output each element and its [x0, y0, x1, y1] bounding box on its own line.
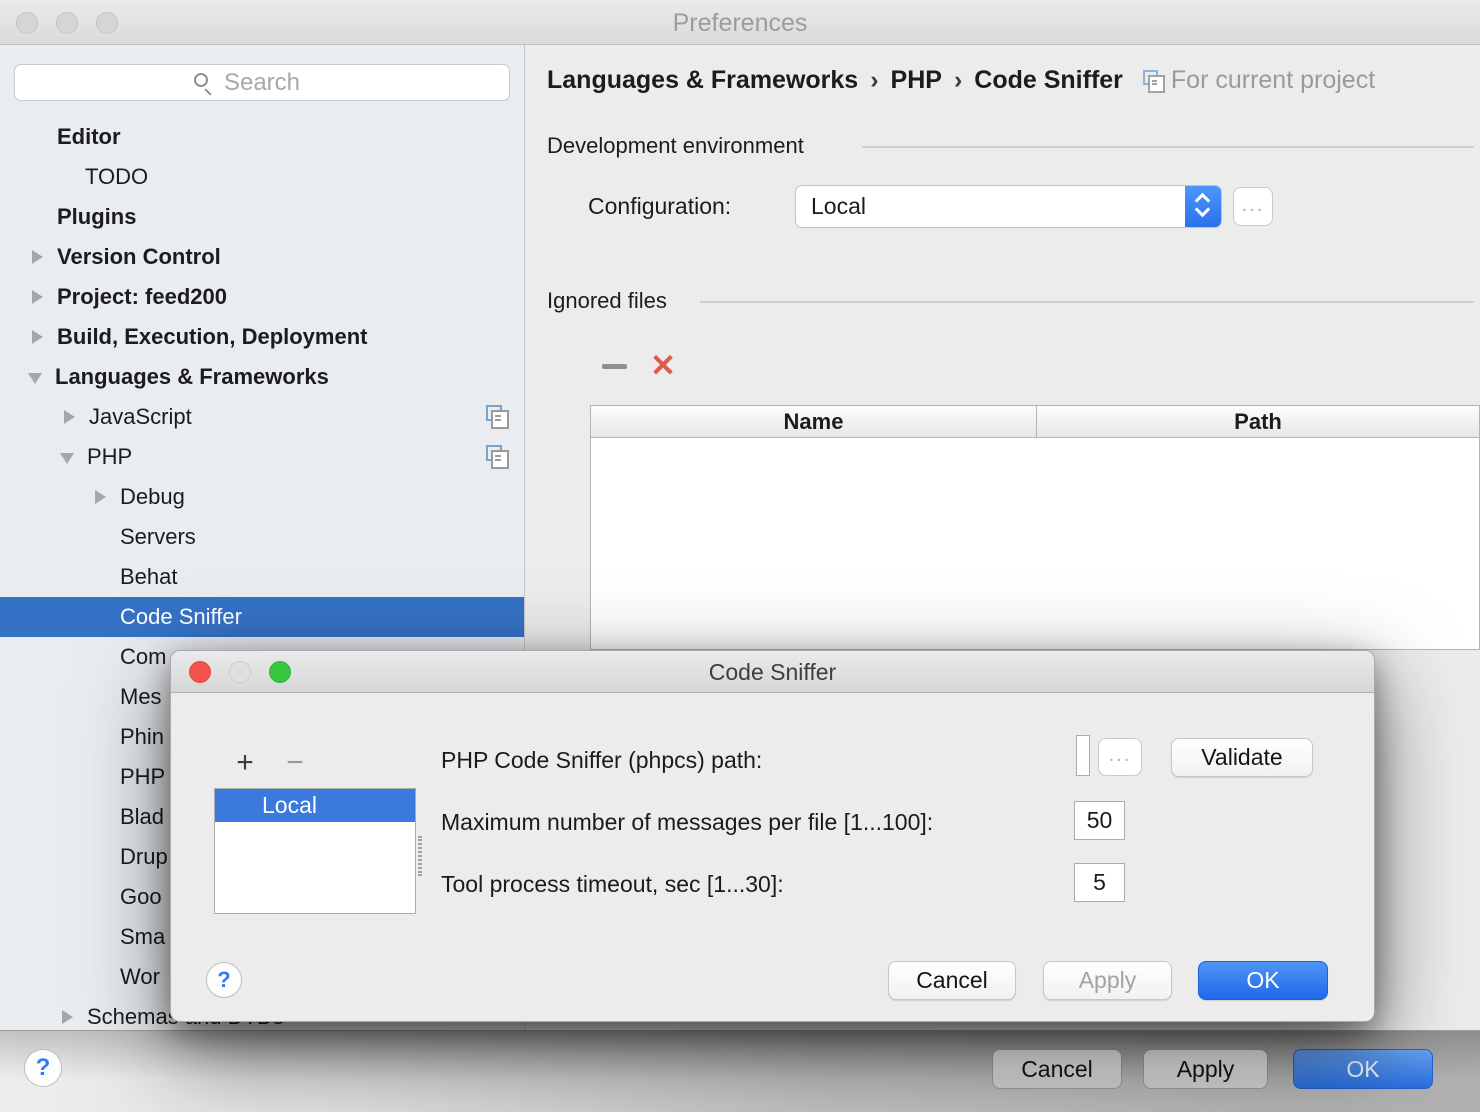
ok-button[interactable]: OK [1293, 1049, 1433, 1089]
chevron-down-icon[interactable] [28, 370, 42, 384]
section-divider [862, 146, 1474, 148]
add-configuration-button[interactable]: + [229, 748, 261, 778]
breadcrumb-php[interactable]: PHP [891, 66, 942, 95]
phpcs-path-label: PHP Code Sniffer (phpcs) path: [441, 747, 762, 774]
configuration-select[interactable]: Local [795, 185, 1222, 228]
for-current-project-icon [1143, 70, 1163, 92]
sidebar-item-behat[interactable]: Behat [0, 557, 525, 597]
dialog-titlebar: Code Sniffer [171, 651, 1374, 693]
phpcs-path-browse-button[interactable]: ... [1098, 738, 1142, 776]
sidebar-item-todo[interactable]: TODO [0, 157, 525, 197]
remove-ignored-file-icon[interactable] [602, 364, 627, 369]
sidebar-item-servers[interactable]: Servers [0, 517, 525, 557]
sidebar-item-build-execution-deployment[interactable]: Build, Execution, Deployment [0, 317, 525, 357]
column-header-name[interactable]: Name [591, 406, 1037, 437]
chevron-right-icon[interactable] [93, 490, 107, 504]
sidebar-item-editor[interactable]: Editor [0, 117, 525, 157]
breadcrumb-separator: › [870, 66, 878, 95]
max-messages-label: Maximum number of messages per file [1..… [441, 809, 933, 836]
cancel-button[interactable]: Cancel [992, 1049, 1122, 1089]
chevron-right-icon[interactable] [62, 410, 76, 424]
phpcs-path-input[interactable] [1076, 735, 1090, 776]
select-stepper-icon[interactable] [1185, 186, 1221, 227]
help-button[interactable]: ? [24, 1049, 62, 1087]
main-footer: ? Cancel Apply OK [0, 1030, 1480, 1112]
dialog-help-button[interactable]: ? [206, 962, 242, 998]
section-ignored-files: Ignored files [547, 288, 667, 314]
code-sniffer-dialog: Code Sniffer + − Local PHP Code Sniffer … [170, 650, 1375, 1022]
search-input[interactable] [14, 64, 510, 101]
for-current-project-icon [486, 445, 506, 467]
chevron-right-icon[interactable] [30, 250, 44, 264]
configuration-browse-button[interactable]: ... [1233, 187, 1273, 226]
sidebar-item-code-sniffer[interactable]: Code Sniffer [0, 597, 525, 637]
sidebar-item-php[interactable]: PHP [0, 437, 525, 477]
chevron-down-icon [1195, 202, 1211, 218]
configuration-list[interactable]: Local [214, 788, 416, 914]
breadcrumb: Languages & Frameworks › PHP › Code Snif… [547, 66, 1375, 95]
apply-button[interactable]: Apply [1143, 1049, 1268, 1089]
main-titlebar: Preferences [0, 0, 1480, 45]
chevron-right-icon[interactable] [30, 330, 44, 344]
sidebar-item-debug[interactable]: Debug [0, 477, 525, 517]
configuration-value: Local [811, 193, 866, 220]
section-divider [700, 301, 1474, 303]
section-development-environment: Development environment [547, 133, 804, 159]
max-messages-input[interactable] [1074, 801, 1125, 840]
timeout-label: Tool process timeout, sec [1...30]: [441, 871, 784, 898]
delete-icon[interactable]: ✕ [650, 348, 676, 384]
table-header: Name Path [591, 406, 1479, 438]
remove-configuration-button[interactable]: − [279, 748, 311, 778]
validate-button[interactable]: Validate [1171, 738, 1313, 777]
scope-label: For current project [1171, 66, 1375, 95]
sidebar-item-project[interactable]: Project: feed200 [0, 277, 525, 317]
chevron-right-icon[interactable] [60, 1010, 74, 1024]
column-header-path[interactable]: Path [1037, 406, 1479, 437]
search-icon [194, 73, 208, 87]
splitter-handle-icon[interactable] [418, 836, 422, 876]
sidebar-item-plugins[interactable]: Plugins [0, 197, 525, 237]
window-title: Preferences [0, 9, 1480, 38]
breadcrumb-separator: › [954, 66, 962, 95]
sidebar-item-version-control[interactable]: Version Control [0, 237, 525, 277]
breadcrumb-languages-frameworks[interactable]: Languages & Frameworks [547, 66, 858, 95]
ignored-files-table: Name Path [590, 405, 1480, 650]
dialog-title: Code Sniffer [171, 659, 1374, 686]
dialog-apply-button[interactable]: Apply [1043, 961, 1172, 1000]
chevron-right-icon[interactable] [30, 290, 44, 304]
timeout-input[interactable] [1074, 863, 1125, 902]
sidebar-item-javascript[interactable]: JavaScript [0, 397, 525, 437]
dialog-cancel-button[interactable]: Cancel [888, 961, 1016, 1000]
list-item-local[interactable]: Local [215, 789, 415, 822]
breadcrumb-code-sniffer: Code Sniffer [974, 66, 1123, 95]
chevron-down-icon[interactable] [60, 450, 74, 464]
for-current-project-icon [486, 405, 506, 427]
dialog-ok-button[interactable]: OK [1198, 961, 1328, 1000]
configuration-label: Configuration: [588, 193, 731, 220]
sidebar-item-languages-frameworks[interactable]: Languages & Frameworks [0, 357, 525, 397]
